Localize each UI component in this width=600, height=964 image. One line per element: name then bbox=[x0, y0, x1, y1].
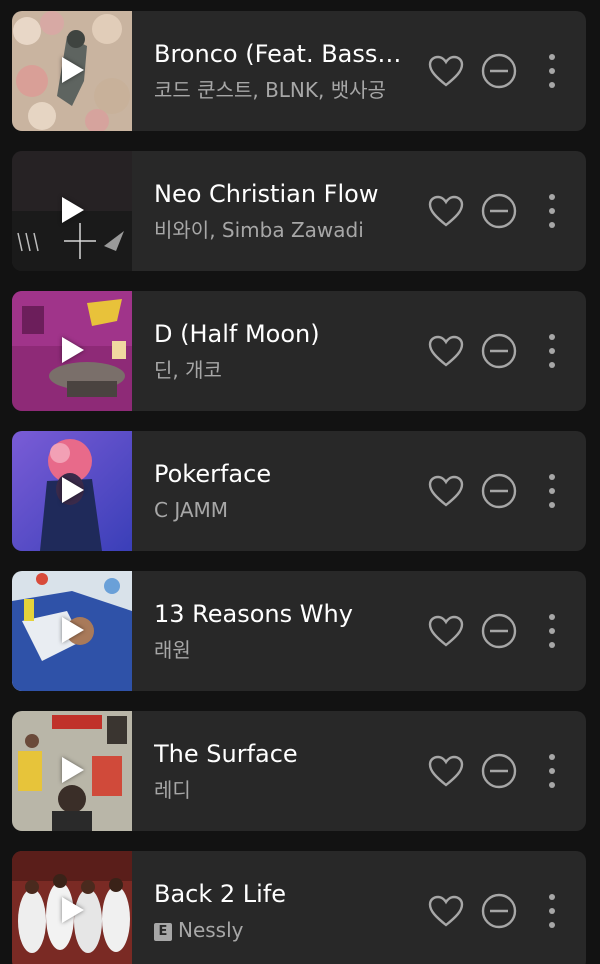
album-art[interactable] bbox=[12, 151, 132, 271]
hide-icon bbox=[481, 753, 517, 789]
track-title: Back 2 Life bbox=[154, 880, 287, 908]
track-row[interactable]: 13 Reasons Why 래원 bbox=[12, 571, 586, 691]
album-art[interactable] bbox=[12, 711, 132, 831]
hide-button[interactable] bbox=[479, 51, 519, 91]
track-artist: 딘, 개코 bbox=[154, 358, 222, 382]
track-title: The Surface bbox=[154, 740, 298, 768]
more-options-button[interactable] bbox=[532, 751, 572, 791]
heart-icon bbox=[428, 55, 464, 87]
track-row[interactable]: Bronco (Feat. Bassagong) 코드 쿤스트, BLNK, 뱃… bbox=[12, 11, 586, 131]
more-icon bbox=[549, 894, 555, 928]
track-row[interactable]: Back 2 Life E Nessly bbox=[12, 851, 586, 964]
album-art[interactable] bbox=[12, 431, 132, 551]
track-artist: C JAMM bbox=[154, 498, 229, 522]
like-button[interactable] bbox=[426, 471, 466, 511]
track-row[interactable]: The Surface 레디 bbox=[12, 711, 586, 831]
play-icon[interactable] bbox=[62, 897, 84, 923]
album-art[interactable] bbox=[12, 11, 132, 131]
track-row[interactable]: Pokerface C JAMM bbox=[12, 431, 586, 551]
track-artist: 비와이, Simba Zawadi bbox=[154, 218, 364, 242]
like-button[interactable] bbox=[426, 51, 466, 91]
track-title: Bronco (Feat. Bassagong) bbox=[154, 40, 404, 68]
hide-button[interactable] bbox=[479, 331, 519, 371]
more-options-button[interactable] bbox=[532, 51, 572, 91]
more-icon bbox=[549, 754, 555, 788]
hide-button[interactable] bbox=[479, 611, 519, 651]
play-icon[interactable] bbox=[62, 337, 84, 363]
heart-icon bbox=[428, 475, 464, 507]
hide-button[interactable] bbox=[479, 471, 519, 511]
hide-icon bbox=[481, 193, 517, 229]
hide-icon bbox=[481, 473, 517, 509]
track-artist: 래원 bbox=[154, 638, 191, 662]
track-list: Bronco (Feat. Bassagong) 코드 쿤스트, BLNK, 뱃… bbox=[0, 0, 600, 964]
more-options-button[interactable] bbox=[532, 471, 572, 511]
more-icon bbox=[549, 614, 555, 648]
like-button[interactable] bbox=[426, 611, 466, 651]
play-icon[interactable] bbox=[62, 57, 84, 83]
track-title: Neo Christian Flow bbox=[154, 180, 379, 208]
more-options-button[interactable] bbox=[532, 191, 572, 231]
more-icon bbox=[549, 194, 555, 228]
more-options-button[interactable] bbox=[532, 891, 572, 931]
play-icon[interactable] bbox=[62, 477, 84, 503]
more-icon bbox=[549, 54, 555, 88]
like-button[interactable] bbox=[426, 751, 466, 791]
hide-button[interactable] bbox=[479, 191, 519, 231]
hide-button[interactable] bbox=[479, 891, 519, 931]
track-row[interactable]: D (Half Moon) 딘, 개코 bbox=[12, 291, 586, 411]
album-art[interactable] bbox=[12, 851, 132, 964]
like-button[interactable] bbox=[426, 331, 466, 371]
heart-icon bbox=[428, 615, 464, 647]
play-icon[interactable] bbox=[62, 757, 84, 783]
heart-icon bbox=[428, 755, 464, 787]
hide-icon bbox=[481, 53, 517, 89]
more-options-button[interactable] bbox=[532, 331, 572, 371]
track-artist: Nessly bbox=[178, 918, 244, 942]
more-icon bbox=[549, 474, 555, 508]
hide-button[interactable] bbox=[479, 751, 519, 791]
track-title: Pokerface bbox=[154, 460, 272, 488]
like-button[interactable] bbox=[426, 191, 466, 231]
hide-icon bbox=[481, 333, 517, 369]
more-options-button[interactable] bbox=[532, 611, 572, 651]
explicit-badge: E bbox=[154, 923, 172, 941]
hide-icon bbox=[481, 613, 517, 649]
hide-icon bbox=[481, 893, 517, 929]
track-title: D (Half Moon) bbox=[154, 320, 320, 348]
more-icon bbox=[549, 334, 555, 368]
play-icon[interactable] bbox=[62, 197, 84, 223]
track-title: 13 Reasons Why bbox=[154, 600, 353, 628]
album-art[interactable] bbox=[12, 291, 132, 411]
heart-icon bbox=[428, 895, 464, 927]
album-art[interactable] bbox=[12, 571, 132, 691]
track-row[interactable]: Neo Christian Flow 비와이, Simba Zawadi bbox=[12, 151, 586, 271]
heart-icon bbox=[428, 195, 464, 227]
track-artist: 레디 bbox=[154, 778, 191, 802]
heart-icon bbox=[428, 335, 464, 367]
track-artist-line: E Nessly bbox=[154, 917, 404, 943]
track-artist: 코드 쿤스트, BLNK, 뱃사공 bbox=[154, 78, 386, 102]
play-icon[interactable] bbox=[62, 617, 84, 643]
like-button[interactable] bbox=[426, 891, 466, 931]
